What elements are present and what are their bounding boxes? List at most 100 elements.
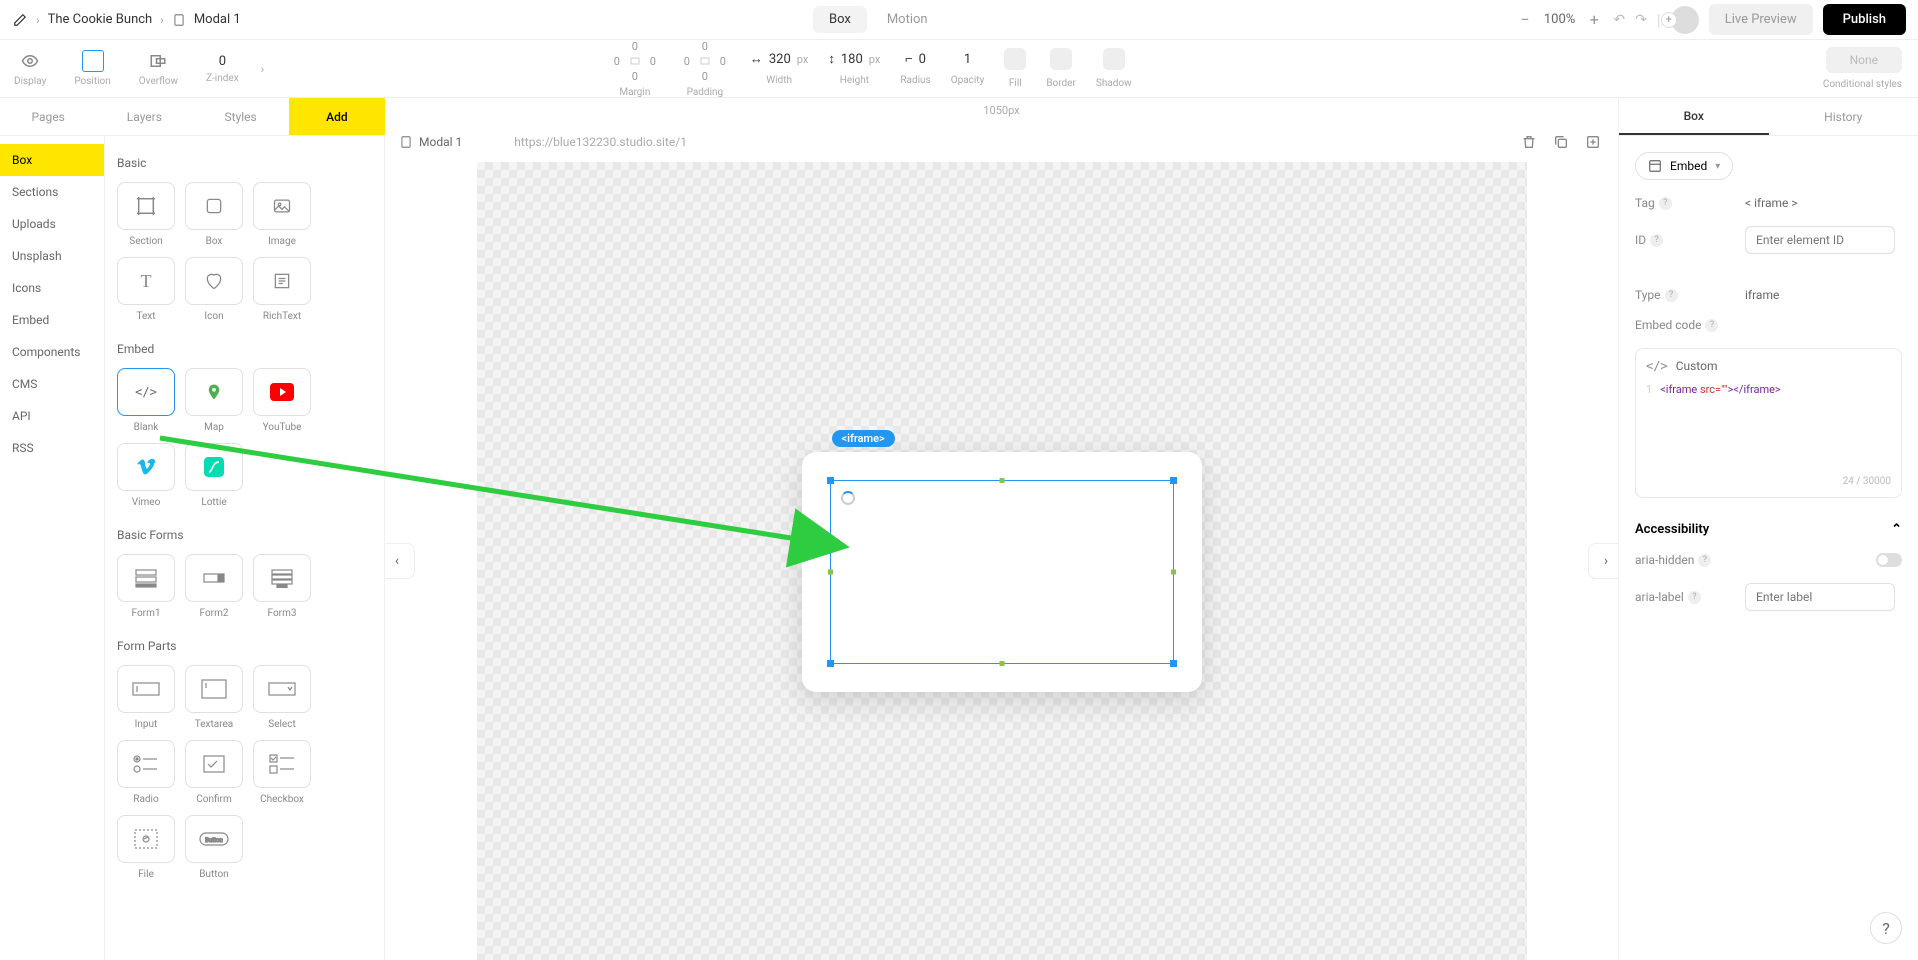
overflow-tool[interactable]: Overflow	[125, 41, 192, 97]
preview-button[interactable]: Live Preview	[1709, 4, 1813, 35]
cat-components[interactable]: Components	[0, 336, 104, 368]
zindex-tool[interactable]: 0Z-index	[192, 41, 253, 97]
prev-breakpoint-button[interactable]: ‹	[385, 543, 415, 579]
aria-label-input[interactable]	[1745, 583, 1895, 611]
mode-box[interactable]: Box	[813, 6, 867, 33]
iframe-selection[interactable]	[830, 480, 1174, 664]
resize-handle-bm[interactable]	[999, 661, 1004, 666]
cat-icons[interactable]: Icons	[0, 272, 104, 304]
add-text[interactable]: TText	[117, 257, 175, 322]
id-input[interactable]	[1745, 226, 1895, 254]
add-page-button[interactable]	[1582, 131, 1604, 153]
cat-uploads[interactable]: Uploads	[0, 208, 104, 240]
add-file[interactable]: File	[117, 815, 175, 880]
help-icon[interactable]: ?	[1698, 554, 1711, 567]
add-icon[interactable]: Icon	[185, 257, 243, 322]
tab-pages[interactable]: Pages	[0, 98, 96, 135]
add-form2[interactable]: Form2	[185, 554, 243, 619]
resize-handle-bl[interactable]	[827, 660, 834, 667]
padding-control[interactable]: 0 00 0 Padding	[680, 40, 730, 98]
conditional-none-button[interactable]: None	[1826, 47, 1902, 73]
delete-button[interactable]	[1518, 131, 1540, 153]
add-vimeo[interactable]: Vimeo	[117, 443, 175, 508]
cat-unsplash[interactable]: Unsplash	[0, 240, 104, 272]
selection-tag[interactable]: <iframe>	[832, 430, 895, 447]
margin-control[interactable]: 0 00 0 Margin	[610, 40, 660, 98]
publish-button[interactable]: Publish	[1823, 4, 1906, 35]
position-tool[interactable]: Position	[60, 41, 124, 97]
border-control[interactable]: Border	[1046, 48, 1076, 89]
add-form3[interactable]: Form3	[253, 554, 311, 619]
tag-value[interactable]: < iframe >	[1745, 196, 1798, 210]
add-confirm[interactable]: Confirm	[185, 740, 243, 805]
redo-button[interactable]: ↷	[1635, 12, 1647, 28]
user-avatar[interactable]: +	[1671, 6, 1699, 34]
canvas-viewport[interactable]: <iframe> ‹ ›	[385, 162, 1618, 960]
add-youtube[interactable]: YouTube	[253, 368, 311, 433]
zoom-in-button[interactable]: +	[1585, 11, 1603, 29]
undo-button[interactable]: ↶	[1613, 12, 1625, 28]
opacity-control[interactable]: 1 Opacity	[951, 52, 985, 86]
cat-cms[interactable]: CMS	[0, 368, 104, 400]
edit-icon[interactable]	[12, 12, 28, 28]
zoom-out-button[interactable]: −	[1516, 11, 1534, 29]
add-form1[interactable]: Form1	[117, 554, 175, 619]
add-richtext[interactable]: RichText	[253, 257, 311, 322]
shadow-control[interactable]: Shadow	[1096, 48, 1132, 89]
border-swatch[interactable]	[1050, 48, 1072, 70]
help-fab[interactable]: ?	[1870, 912, 1902, 944]
tab-styles[interactable]: Styles	[193, 98, 289, 135]
resize-handle-ml[interactable]	[828, 570, 833, 575]
next-breakpoint-button[interactable]: ›	[1588, 543, 1618, 579]
fill-control[interactable]: Fill	[1004, 48, 1026, 89]
page-name[interactable]: Modal 1	[194, 12, 241, 27]
radius-control[interactable]: ⌐0 Radius	[900, 51, 930, 86]
resize-handle-tl[interactable]	[827, 477, 834, 484]
add-input[interactable]: Input	[117, 665, 175, 730]
canvas-page-selector[interactable]: Modal 1	[399, 135, 462, 149]
duplicate-button[interactable]	[1550, 131, 1572, 153]
resize-handle-tm[interactable]	[999, 478, 1004, 483]
code-editor[interactable]: </>Custom 1<iframe src=""></iframe> 24 /…	[1635, 348, 1902, 498]
inspector-tab-box[interactable]: Box	[1619, 98, 1769, 135]
shadow-swatch[interactable]	[1103, 48, 1125, 70]
resize-handle-mr[interactable]	[1171, 570, 1176, 575]
add-checkbox[interactable]: Checkbox	[253, 740, 311, 805]
help-icon[interactable]: ?	[1705, 319, 1718, 332]
add-button[interactable]: ButtonButton	[185, 815, 243, 880]
add-collaborator-icon[interactable]: +	[1661, 12, 1677, 28]
height-control[interactable]: ↕180px Height	[828, 51, 880, 86]
chevron-right-icon[interactable]: ›	[261, 62, 265, 76]
help-icon[interactable]: ?	[1665, 289, 1678, 302]
inspector-tab-history[interactable]: History	[1769, 98, 1918, 135]
tab-layers[interactable]: Layers	[96, 98, 192, 135]
help-icon[interactable]: ?	[1659, 197, 1672, 210]
resize-handle-br[interactable]	[1170, 660, 1177, 667]
cat-api[interactable]: API	[0, 400, 104, 432]
resize-handle-tr[interactable]	[1170, 477, 1177, 484]
project-name[interactable]: The Cookie Bunch	[48, 12, 153, 27]
cat-box[interactable]: Box	[0, 144, 104, 176]
width-control[interactable]: ↔320px Width	[750, 51, 808, 86]
add-map[interactable]: Map	[185, 368, 243, 433]
cat-rss[interactable]: RSS	[0, 432, 104, 464]
mode-motion[interactable]: Motion	[871, 6, 944, 33]
tab-add[interactable]: Add	[289, 98, 385, 135]
type-value[interactable]: iframe	[1745, 288, 1779, 302]
add-section[interactable]: Section	[117, 182, 175, 247]
add-textarea[interactable]: Textarea	[185, 665, 243, 730]
cat-sections[interactable]: Sections	[0, 176, 104, 208]
add-radio[interactable]: Radio	[117, 740, 175, 805]
accessibility-header[interactable]: Accessibility ⌃	[1635, 522, 1902, 537]
add-image[interactable]: Image	[253, 182, 311, 247]
add-lottie[interactable]: Lottie	[185, 443, 243, 508]
help-icon[interactable]: ?	[1688, 591, 1701, 604]
modal-element[interactable]: <iframe>	[802, 452, 1202, 692]
element-type-selector[interactable]: Embed ▾	[1635, 152, 1733, 180]
fill-swatch[interactable]	[1004, 48, 1026, 70]
cat-embed[interactable]: Embed	[0, 304, 104, 336]
add-select[interactable]: Select	[253, 665, 311, 730]
add-box[interactable]: Box	[185, 182, 243, 247]
display-tool[interactable]: Display	[0, 41, 60, 97]
aria-hidden-toggle[interactable]	[1876, 553, 1902, 567]
